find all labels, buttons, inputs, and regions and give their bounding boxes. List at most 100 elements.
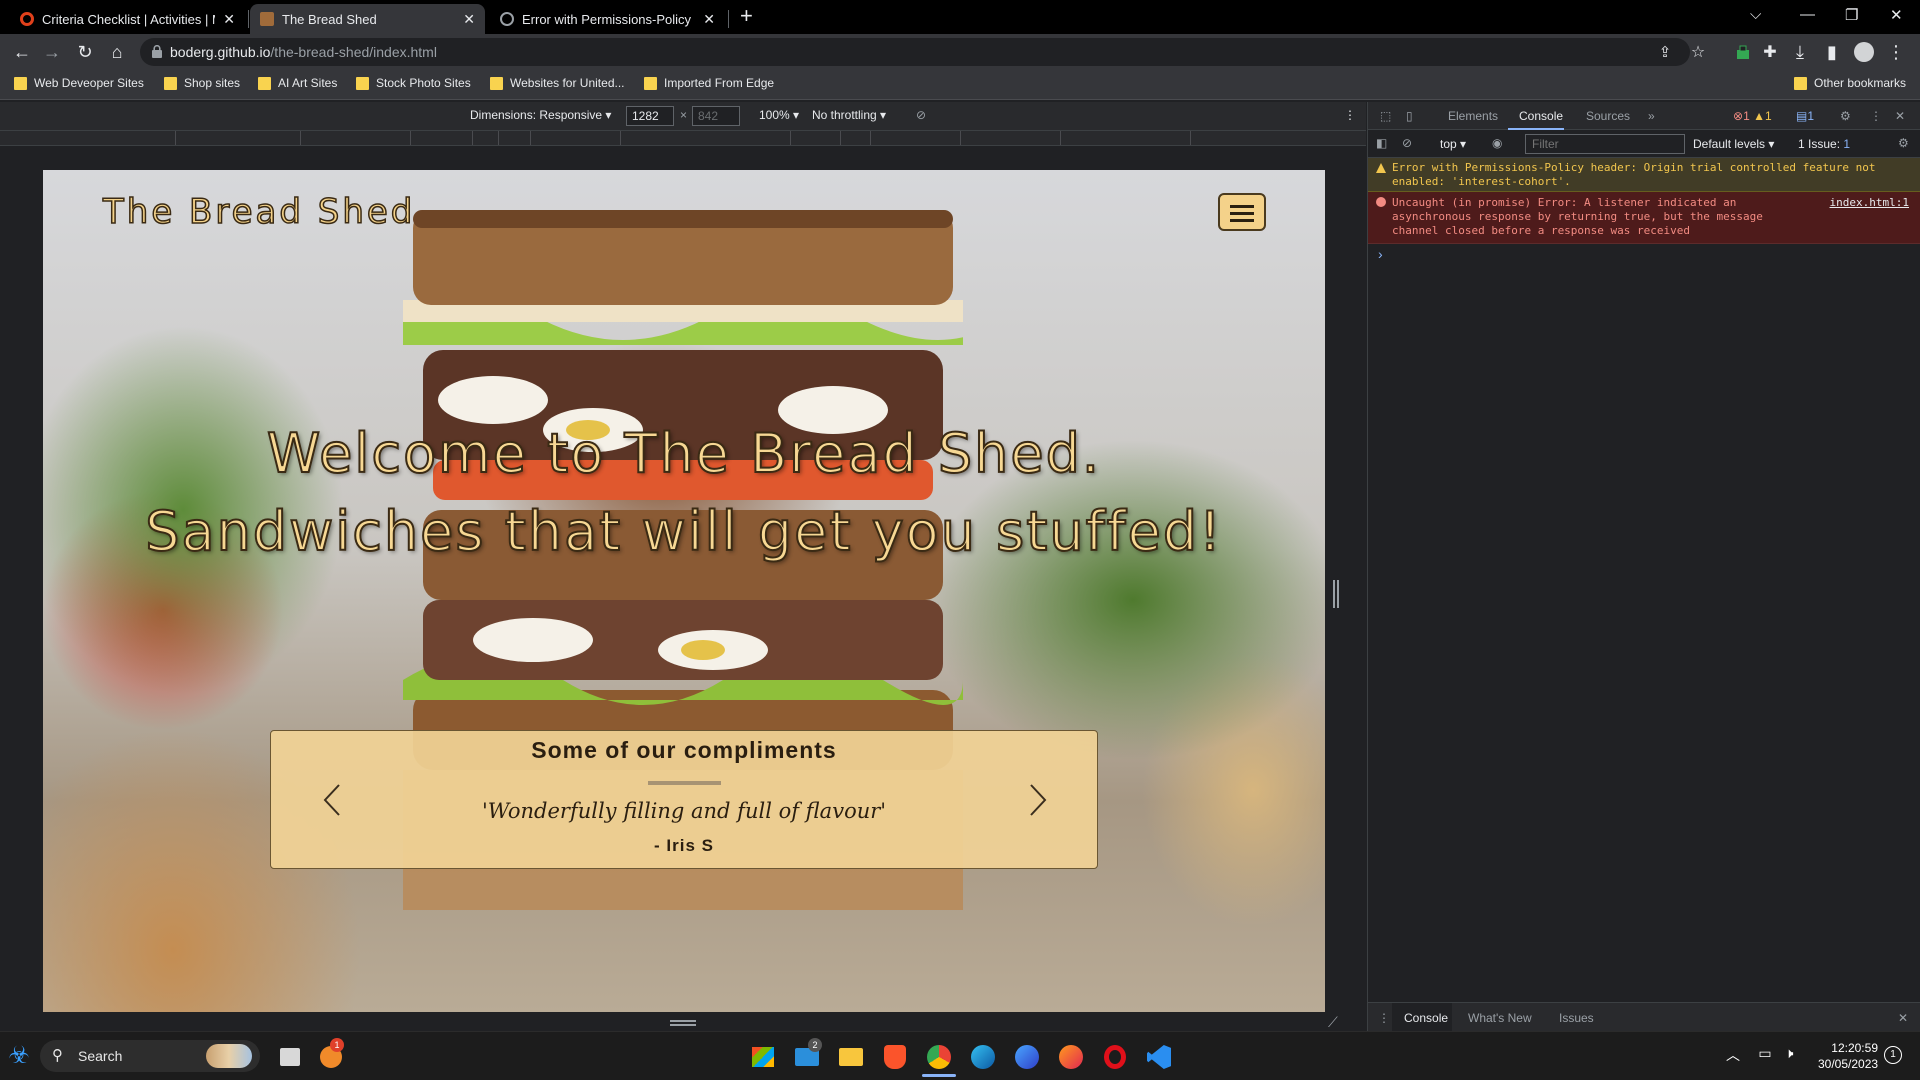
start-biohazard-icon[interactable]: ☣: [6, 1043, 32, 1069]
zoom-select[interactable]: 100% ▾: [759, 108, 799, 122]
browser-menu-icon[interactable]: ⋮: [1886, 42, 1906, 62]
media-query-ruler[interactable]: [0, 130, 1366, 146]
chrome-browser-icon[interactable]: [922, 1044, 956, 1077]
bookmark-folder-web-developer[interactable]: Web Deveoper Sites: [14, 76, 144, 90]
drawer-menu-icon[interactable]: ⋮: [1378, 1011, 1390, 1025]
widgets-icon[interactable]: 1: [318, 1038, 344, 1070]
close-devtools-icon[interactable]: ✕: [1895, 109, 1905, 123]
bookmark-folder-edge[interactable]: Imported From Edge: [644, 76, 774, 90]
new-tab-button[interactable]: +: [740, 3, 753, 29]
microsoft-store-icon[interactable]: [750, 1044, 776, 1070]
devtools-menu-icon[interactable]: ⋮: [1870, 109, 1882, 123]
tab-console[interactable]: Console: [1519, 109, 1563, 123]
error-source-link[interactable]: index.html:1: [1830, 196, 1909, 210]
reload-icon[interactable]: ↻: [75, 42, 95, 62]
volume-icon[interactable]: 🕨: [1776, 1045, 1802, 1071]
browser-tab-permissions-error[interactable]: Error with Permissions-Policy hea ✕: [490, 4, 725, 34]
forward-arrow-icon[interactable]: →: [42, 42, 62, 62]
viewport-bottom-resize-handle[interactable]: [670, 1020, 696, 1026]
close-drawer-icon[interactable]: ✕: [1898, 1011, 1908, 1025]
file-explorer-icon[interactable]: [838, 1044, 864, 1070]
restore-window-icon[interactable]: ❐: [1845, 6, 1858, 24]
device-toolbar-menu-icon[interactable]: ⋮: [1344, 108, 1356, 122]
corner-resize-icon[interactable]: ⟋: [1328, 1014, 1338, 1031]
back-arrow-icon[interactable]: ←: [12, 42, 32, 62]
more-tabs-chevron[interactable]: »: [1648, 109, 1655, 123]
brave-browser-icon[interactable]: [882, 1044, 908, 1070]
extension-green-icon[interactable]: [1733, 42, 1753, 62]
context-select[interactable]: top ▾: [1440, 137, 1466, 151]
folder-icon: [644, 76, 657, 90]
devtools-settings-gear-icon[interactable]: ⚙: [1840, 109, 1851, 123]
browser-tab-criteria[interactable]: Criteria Checklist | Activities | MS ✕: [10, 4, 245, 34]
tray-overflow-chevron-icon[interactable]: ︿: [1720, 1045, 1746, 1071]
share-icon[interactable]: ⇪: [1655, 42, 1675, 62]
browser-tab-bread-shed[interactable]: The Bread Shed ✕: [250, 4, 485, 34]
side-panel-icon[interactable]: ▮: [1822, 42, 1842, 62]
issues-counter-button[interactable]: 1 Issue: 1: [1798, 137, 1850, 151]
throttling-select[interactable]: No throttling ▾: [812, 108, 886, 122]
edge-browser-icon[interactable]: [970, 1044, 996, 1070]
taskbar-clock[interactable]: 12:20:59 30/05/2023: [1818, 1040, 1878, 1072]
tab-elements[interactable]: Elements: [1448, 109, 1498, 123]
tab-search-chevron-icon[interactable]: ⌵: [1750, 6, 1761, 23]
log-levels-select[interactable]: Default levels ▾: [1693, 137, 1774, 151]
tab-sources[interactable]: Sources: [1586, 109, 1630, 123]
folder-icon: [14, 76, 27, 90]
inspect-element-icon[interactable]: ⬚: [1380, 109, 1391, 123]
live-expression-eye-icon[interactable]: ◉: [1492, 136, 1502, 150]
times-symbol: ×: [680, 108, 688, 122]
bookmark-folder-stock-photo[interactable]: Stock Photo Sites: [356, 76, 471, 90]
device-toolbar-toggle-icon[interactable]: ▯: [1406, 109, 1413, 123]
console-prompt[interactable]: ›: [1378, 246, 1383, 262]
warning-text: Error with Permissions-Policy header: Or…: [1392, 161, 1876, 188]
notification-center-badge[interactable]: 1: [1884, 1046, 1902, 1064]
close-tab-icon[interactable]: ✕: [223, 11, 235, 28]
taskbar-search-box[interactable]: ⚲ Search: [40, 1040, 260, 1072]
task-view-icon[interactable]: [276, 1044, 302, 1070]
close-window-icon[interactable]: ✕: [1890, 6, 1903, 24]
tab-separator: [728, 10, 729, 28]
home-icon[interactable]: ⌂: [107, 42, 127, 62]
bookmark-star-icon[interactable]: ☆: [1688, 42, 1708, 62]
extensions-puzzle-icon[interactable]: ✚: [1760, 42, 1780, 62]
tab-separator: [248, 10, 249, 28]
firefox-browser-icon[interactable]: [1058, 1044, 1084, 1070]
close-tab-icon[interactable]: ✕: [463, 11, 475, 28]
download-icon[interactable]: ⤓: [1790, 42, 1810, 62]
address-bar[interactable]: boderg.github.io/the-bread-shed/index.ht…: [140, 38, 1690, 66]
console-filter-input[interactable]: [1525, 134, 1685, 154]
bookmark-folder-united[interactable]: Websites for United...: [490, 76, 625, 90]
profile-avatar-icon[interactable]: [1854, 42, 1874, 62]
vscode-icon[interactable]: [1146, 1044, 1172, 1070]
viewport-side-resize-handle[interactable]: [1333, 580, 1339, 608]
height-input[interactable]: [692, 106, 740, 126]
bookmark-folder-other[interactable]: Other bookmarks: [1794, 76, 1906, 90]
bookmark-folder-shop[interactable]: Shop sites: [164, 76, 240, 90]
dimensions-select[interactable]: Dimensions: Responsive ▾: [470, 108, 611, 122]
console-settings-gear-icon[interactable]: ⚙: [1898, 136, 1909, 150]
width-input[interactable]: [626, 106, 674, 126]
info-count-badge[interactable]: ▤1: [1796, 109, 1814, 123]
error-count-badge[interactable]: ⊗1 ▲1: [1733, 109, 1772, 123]
mail-icon[interactable]: 2: [794, 1038, 822, 1070]
carousel-next-chevron-icon[interactable]: [1027, 783, 1049, 817]
hamburger-menu-button[interactable]: [1218, 193, 1266, 231]
tab-title: The Bread Shed: [282, 11, 377, 27]
close-tab-icon[interactable]: ✕: [703, 11, 715, 28]
console-sidebar-icon[interactable]: ◧: [1376, 136, 1387, 150]
drawer-tab-issues[interactable]: Issues: [1559, 1011, 1594, 1025]
console-error-message[interactable]: index.html:1 Uncaught (in promise) Error…: [1368, 192, 1920, 244]
site-brand-logo[interactable]: The Bread Shed: [102, 191, 415, 233]
folder-icon: [258, 76, 271, 90]
bookmark-folder-ai-art[interactable]: AI Art Sites: [258, 76, 337, 90]
clear-console-icon[interactable]: ⊘: [1402, 136, 1412, 150]
minimize-window-icon[interactable]: —: [1800, 6, 1815, 23]
drawer-tab-whats-new[interactable]: What's New: [1468, 1011, 1532, 1025]
network-icon[interactable]: ▭: [1752, 1045, 1778, 1071]
firefox-dev-icon[interactable]: [1014, 1044, 1040, 1070]
drawer-tab-console[interactable]: Console: [1404, 1011, 1448, 1025]
rotate-icon[interactable]: ⊘: [916, 108, 926, 122]
opera-browser-icon[interactable]: [1102, 1044, 1128, 1070]
console-warning-message[interactable]: Error with Permissions-Policy header: Or…: [1368, 158, 1920, 192]
